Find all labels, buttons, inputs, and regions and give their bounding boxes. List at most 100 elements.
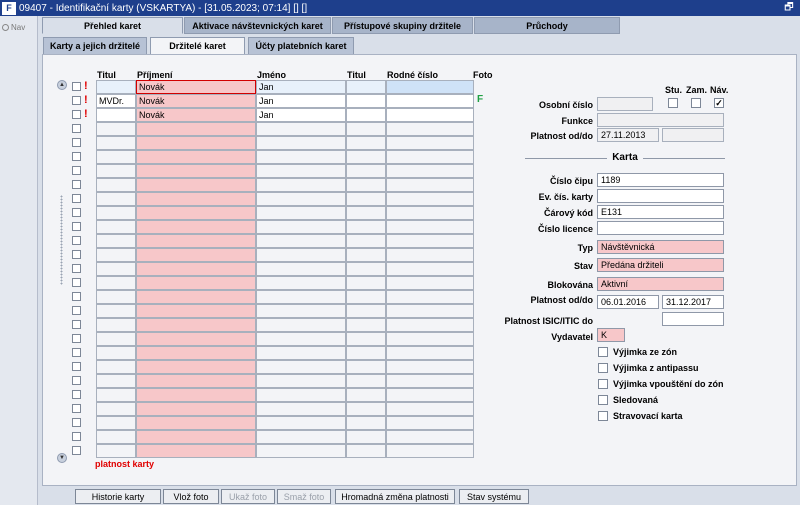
option-checkbox[interactable] (598, 379, 608, 389)
grid-cell-rodne[interactable] (386, 416, 474, 430)
row-checkbox[interactable] (72, 362, 81, 371)
grid-cell-titul2[interactable] (346, 136, 386, 150)
grid-cell-rodne[interactable] (386, 150, 474, 164)
row-checkbox[interactable] (72, 292, 81, 301)
grid-cell-prijmeni[interactable] (136, 136, 256, 150)
grid-cell-prijmeni[interactable] (136, 220, 256, 234)
historie-karty-button[interactable]: Historie karty (75, 489, 161, 504)
grid-cell-rodne[interactable] (386, 402, 474, 416)
table-row[interactable]: ! MVDr. Novák Jan F (43, 94, 483, 108)
grid-cell-prijmeni[interactable] (136, 332, 256, 346)
grid-cell-titul[interactable]: MVDr. (96, 94, 136, 108)
grid-cell-jmeno[interactable] (256, 430, 346, 444)
grid-cell-titul2[interactable] (346, 150, 386, 164)
platnost-do-field[interactable] (662, 128, 724, 142)
row-checkbox[interactable] (72, 432, 81, 441)
grid-cell-jmeno[interactable]: Jan (256, 80, 346, 94)
table-row[interactable] (43, 290, 483, 304)
grid-cell-jmeno[interactable] (256, 374, 346, 388)
stav-field[interactable]: Předána držiteli (597, 258, 724, 272)
row-checkbox[interactable] (72, 404, 81, 413)
karta-platnost-do-field[interactable]: 31.12.2017 (662, 295, 724, 309)
table-row[interactable] (43, 150, 483, 164)
option-checkbox[interactable] (598, 347, 608, 357)
grid-cell-titul[interactable] (96, 304, 136, 318)
table-row[interactable] (43, 276, 483, 290)
tab-pruchody[interactable]: Průchody (474, 17, 620, 34)
grid-cell-titul[interactable] (96, 276, 136, 290)
row-checkbox[interactable] (72, 236, 81, 245)
grid-cell-titul2[interactable] (346, 206, 386, 220)
grid-cell-titul2[interactable] (346, 220, 386, 234)
row-checkbox[interactable] (72, 348, 81, 357)
tab-drzitele-karet[interactable]: Držitelé karet (150, 37, 245, 54)
grid-cell-jmeno[interactable] (256, 206, 346, 220)
table-row[interactable] (43, 164, 483, 178)
grid-cell-titul2[interactable] (346, 248, 386, 262)
hromadna-zmena-platnosti-button[interactable]: Hromadná změna platnosti (335, 489, 455, 504)
row-checkbox[interactable] (72, 110, 81, 119)
grid-cell-jmeno[interactable] (256, 192, 346, 206)
grid-cell-prijmeni[interactable] (136, 444, 256, 458)
table-row[interactable] (43, 178, 483, 192)
col-header-prijmeni[interactable]: Příjmení (137, 70, 173, 80)
grid-cell-titul[interactable] (96, 150, 136, 164)
grid-cell-prijmeni[interactable] (136, 430, 256, 444)
grid-cell-rodne[interactable] (386, 220, 474, 234)
option-checkbox[interactable] (598, 395, 608, 405)
grid-cell-jmeno[interactable] (256, 304, 346, 318)
table-row[interactable] (43, 360, 483, 374)
table-row[interactable] (43, 136, 483, 150)
table-row[interactable] (43, 248, 483, 262)
cislo-licence-field[interactable] (597, 221, 724, 235)
grid-cell-titul2[interactable] (346, 290, 386, 304)
tab-pristupove-skupiny-drzitele[interactable]: Přístupové skupiny držitele (332, 17, 473, 34)
grid-cell-rodne[interactable] (386, 430, 474, 444)
funkce-field[interactable] (597, 113, 724, 127)
grid-cell-jmeno[interactable] (256, 402, 346, 416)
grid-cell-titul2[interactable] (346, 80, 386, 94)
grid-cell-jmeno[interactable] (256, 360, 346, 374)
grid-cell-jmeno[interactable] (256, 290, 346, 304)
grid-cell-prijmeni[interactable] (136, 374, 256, 388)
grid-cell-rodne[interactable] (386, 164, 474, 178)
grid-cell-rodne[interactable] (386, 122, 474, 136)
table-row[interactable] (43, 388, 483, 402)
col-header-foto[interactable]: Foto (473, 70, 493, 80)
grid-cell-rodne[interactable] (386, 234, 474, 248)
grid-cell-titul[interactable] (96, 262, 136, 276)
row-checkbox[interactable] (72, 152, 81, 161)
option-checkbox[interactable] (598, 363, 608, 373)
row-checkbox[interactable] (72, 250, 81, 259)
grid-cell-prijmeni[interactable]: Novák (136, 94, 256, 108)
grid-cell-jmeno[interactable] (256, 416, 346, 430)
grid-cell-prijmeni[interactable] (136, 346, 256, 360)
option-checkbox[interactable] (598, 411, 608, 421)
col-header-rodne-cislo[interactable]: Rodné číslo (387, 70, 438, 80)
grid-cell-prijmeni[interactable] (136, 402, 256, 416)
grid-cell-prijmeni[interactable] (136, 122, 256, 136)
grid-cell-rodne[interactable] (386, 206, 474, 220)
grid-cell-rodne[interactable] (386, 108, 474, 122)
grid-cell-titul2[interactable] (346, 318, 386, 332)
row-checkbox[interactable] (72, 320, 81, 329)
grid-cell-titul2[interactable] (346, 374, 386, 388)
grid-cell-titul2[interactable] (346, 416, 386, 430)
carovy-kod-field[interactable]: E131 (597, 205, 724, 219)
grid-cell-rodne[interactable] (386, 136, 474, 150)
grid-cell-titul2[interactable] (346, 234, 386, 248)
grid-cell-rodne[interactable] (386, 318, 474, 332)
grid-cell-jmeno[interactable]: Jan (256, 108, 346, 122)
grid-cell-titul2[interactable] (346, 122, 386, 136)
row-checkbox[interactable] (72, 446, 81, 455)
grid-cell-titul2[interactable] (346, 262, 386, 276)
vloz-foto-button[interactable]: Vlož foto (163, 489, 219, 504)
grid-cell-titul[interactable] (96, 360, 136, 374)
grid-cell-jmeno[interactable]: Jan (256, 94, 346, 108)
col-header-titul2[interactable]: Titul (347, 70, 366, 80)
grid-cell-rodne[interactable] (386, 374, 474, 388)
grid-cell-titul[interactable] (96, 108, 136, 122)
col-header-jmeno[interactable]: Jméno (257, 70, 286, 80)
tab-karty-a-jejich-drzitele[interactable]: Karty a jejich držitelé (43, 37, 147, 54)
grid-cell-prijmeni[interactable] (136, 388, 256, 402)
